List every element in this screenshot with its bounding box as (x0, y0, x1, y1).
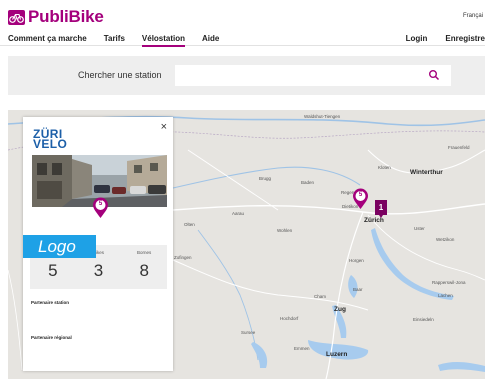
map-label: Horgen (349, 258, 364, 263)
map-label: Rapperswil-Jona (432, 280, 466, 285)
stat-value: 8 (139, 261, 149, 280)
brand-name: PubliBike (28, 7, 104, 26)
nav-item-velostation[interactable]: Vélostation (141, 34, 186, 47)
map-label: Emmen (294, 346, 310, 351)
map-label: Zürich (364, 217, 384, 224)
station-pin-count: 5 (98, 201, 103, 207)
map-label: Uster (414, 226, 425, 231)
map-label: Winterthur (410, 169, 443, 176)
map-label: Zug (334, 306, 346, 313)
map-label: Luzern (326, 351, 348, 358)
main-nav: Comment ça marche Tarifs Vélostation Aid… (8, 34, 236, 47)
nav-item-how-it-works[interactable]: Comment ça marche (8, 34, 87, 46)
map-label: Olten (184, 222, 195, 227)
register-link[interactable]: Enregistre (445, 34, 485, 43)
station-pin: 5 (92, 197, 109, 224)
search-bar: Chercher une station (8, 56, 485, 95)
map-label: Hochdorf (280, 316, 299, 321)
map-label: Waldshut-Tiengen (304, 114, 341, 119)
map-label: Baden (301, 180, 315, 185)
language-selector[interactable]: Françai (463, 13, 483, 19)
search-icon[interactable] (428, 68, 442, 82)
search-label: Chercher une station (78, 70, 162, 80)
account-nav: Login Enregistre (388, 34, 485, 43)
publibike-logo[interactable]: PubliBike (8, 7, 104, 26)
map-label: Einsiedeln (413, 317, 434, 322)
station-detail-panel: × ZÜRI VELO 5 5 Bikes 3 Bornes 8 Logo Pa… (23, 117, 173, 371)
station-pin-count: 5 (358, 192, 363, 198)
partner-regional-label: Partenaire régional (31, 335, 72, 340)
logo-badge: Logo (23, 235, 96, 258)
map-label: Wohlen (277, 228, 293, 233)
map-label: Aarau (232, 211, 245, 216)
station-pin-count: 1 (378, 203, 384, 212)
nav-item-tariffs[interactable]: Tarifs (104, 34, 125, 46)
search-input[interactable] (175, 65, 451, 86)
map-label: Lachen (438, 293, 453, 298)
map-label: Brugg (259, 176, 272, 181)
map-label: Zofingen (174, 255, 192, 260)
station-pin[interactable]: 5 (352, 188, 369, 210)
top-bar: PubliBike Françai Comment ça marche Tari… (0, 0, 485, 47)
close-icon[interactable]: × (161, 122, 167, 133)
bike-icon (8, 9, 25, 25)
stat-docks: Bornes 8 (121, 245, 167, 289)
map-label: Frauenfeld (448, 145, 470, 150)
map-label: Cham (314, 294, 327, 299)
login-link[interactable]: Login (406, 34, 428, 43)
map-label: Baar (353, 287, 363, 292)
zuri-velo-logo: ZÜRI VELO (33, 128, 68, 151)
stat-value: 5 (48, 261, 58, 280)
map-label: Sursee (241, 330, 256, 335)
panel-title-line2: VELO (33, 137, 68, 151)
station-pin[interactable]: 1 (375, 200, 387, 218)
partner-station-label: Partenaire station (31, 300, 70, 305)
map-label: Wetzikon (436, 237, 455, 242)
nav-item-help[interactable]: Aide (202, 34, 219, 46)
stat-label: Bornes (137, 250, 152, 255)
stat-value: 3 (93, 261, 104, 280)
map-label: Kloten (378, 165, 391, 170)
